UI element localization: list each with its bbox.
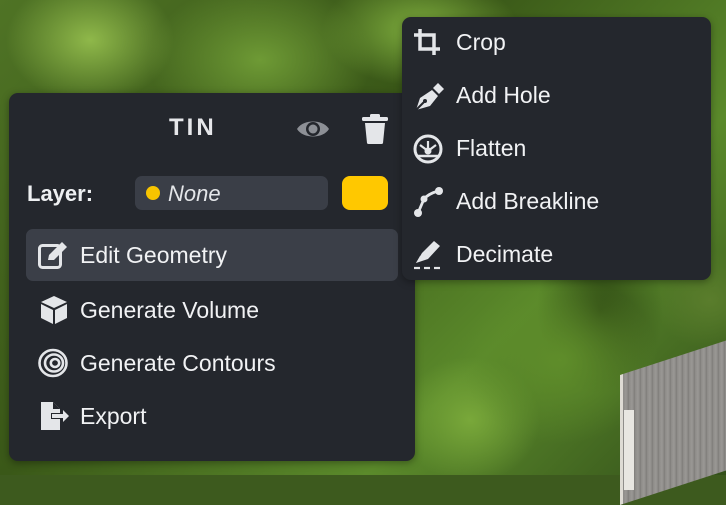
layer-select[interactable]: None — [135, 176, 328, 210]
add-breakline-label: Add Breakline — [456, 188, 600, 214]
visibility-toggle-button[interactable] — [296, 117, 330, 141]
flatten-label: Flatten — [456, 135, 527, 161]
decimate-label: Decimate — [456, 241, 554, 267]
layer-color-dot — [146, 186, 160, 200]
decimate-menu-item[interactable]: Decimate — [402, 229, 711, 282]
export-label: Export — [80, 403, 147, 429]
flatten-icon — [412, 133, 446, 165]
edit-geometry-button[interactable]: Edit Geometry — [26, 229, 398, 281]
trash-icon — [362, 114, 388, 144]
breakline-icon — [412, 186, 446, 218]
layer-label: Layer: — [27, 181, 94, 206]
flatten-menu-item[interactable]: Flatten — [402, 123, 711, 176]
add-hole-menu-item[interactable]: Add Hole — [402, 70, 711, 123]
cube-icon — [38, 295, 70, 325]
add-breakline-menu-item[interactable]: Add Breakline — [402, 176, 711, 229]
generate-volume-button[interactable]: Generate Volume — [26, 284, 398, 336]
building-roof-edge — [624, 410, 634, 490]
generate-contours-button[interactable]: Generate Contours — [26, 337, 398, 389]
decimate-icon — [412, 239, 446, 271]
panel-title: TIN — [169, 114, 217, 141]
tin-panel: TIN Layer: None Edit Geometry Generate V… — [9, 93, 415, 461]
generate-contours-label: Generate Contours — [80, 350, 276, 376]
crop-icon — [412, 27, 446, 59]
crop-menu-item[interactable]: Crop — [402, 17, 711, 70]
edit-geometry-menu: Crop Add Hole Flatten Add Breakline Deci… — [402, 17, 711, 280]
pen-icon — [412, 80, 446, 112]
layer-value: None — [168, 181, 221, 206]
crop-label: Crop — [456, 29, 506, 55]
edit-geometry-label: Edit Geometry — [80, 242, 227, 268]
export-icon — [38, 401, 70, 431]
edit-icon — [38, 240, 70, 270]
export-button[interactable]: Export — [26, 390, 398, 442]
delete-button[interactable] — [361, 113, 389, 145]
color-swatch-button[interactable] — [342, 176, 388, 210]
add-hole-label: Add Hole — [456, 82, 551, 108]
contours-icon — [38, 348, 70, 378]
eye-icon — [297, 121, 329, 137]
generate-volume-label: Generate Volume — [80, 297, 260, 323]
